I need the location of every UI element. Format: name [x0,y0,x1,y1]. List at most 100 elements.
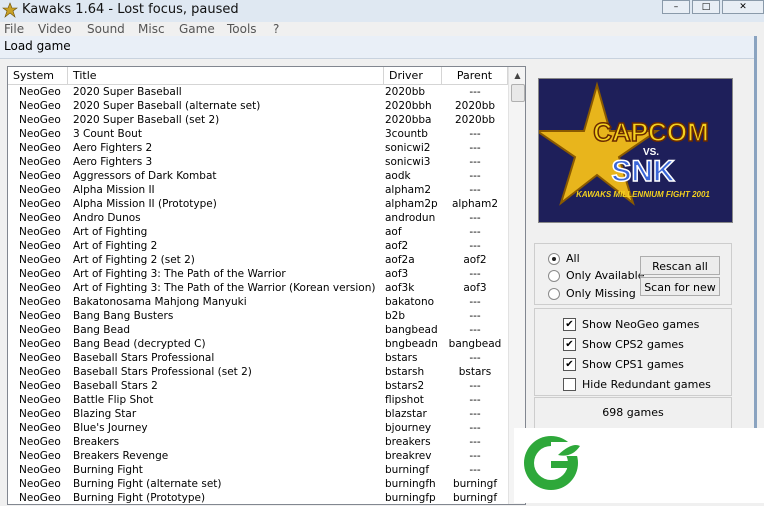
menu-game[interactable]: Game [179,22,215,36]
capcom-vs-snk-logo: CAPCOM VS. SNK KAWAKS MILLENNIUM FIGHT 2… [539,79,732,222]
cell-system: NeoGeo [19,380,61,392]
cell-driver: burningfh [385,478,436,490]
game-list[interactable]: System Title Driver Parent NeoGeo 2020 Su… [7,66,526,505]
rescan-all-button[interactable]: Rescan all [640,256,720,275]
table-row[interactable]: NeoGeo Art of Fighting aof --- [8,225,508,239]
table-row[interactable]: NeoGeo Baseball Stars Professional (set 2… [8,365,508,379]
cell-driver: 2020bbh [385,100,432,112]
cell-title: Bakatonosama Mahjong Manyuki [73,296,247,308]
table-row[interactable]: NeoGeo Bang Bang Busters b2b --- [8,309,508,323]
table-row[interactable]: NeoGeo Aero Fighters 3 sonicwi3 --- [8,155,508,169]
cell-system: NeoGeo [19,184,61,196]
cell-title: Art of Fighting 3: The Path of the Warri… [73,268,286,280]
column-header-system[interactable]: System [8,67,68,84]
radio-only-available-dot[interactable] [548,269,560,282]
table-row[interactable]: NeoGeo Breakers breakers --- [8,435,508,449]
table-row[interactable]: NeoGeo Alpha Mission II alpham2 --- [8,183,508,197]
table-row[interactable]: NeoGeo Burning Fight burningf --- [8,463,508,477]
close-button[interactable]: ✕ [722,0,764,14]
cell-system: NeoGeo [19,142,61,154]
radio-all-dot[interactable] [548,252,560,265]
menu-tools[interactable]: Tools [227,22,257,36]
table-row[interactable]: NeoGeo Baseball Stars 2 bstars2 --- [8,379,508,393]
menu-video[interactable]: Video [38,22,72,36]
cell-driver: bakatono [385,296,435,308]
table-row[interactable]: NeoGeo 3 Count Bout 3countb --- [8,127,508,141]
table-row[interactable]: NeoGeo Blazing Star blazstar --- [8,407,508,421]
scroll-up-arrow-icon[interactable]: ▲ [509,67,525,84]
dialog-title-bar: Load game [0,36,754,59]
cell-title: Breakers Revenge [73,450,169,462]
table-row[interactable]: NeoGeo Art of Fighting 2 (set 2) aof2a aof2 [8,253,508,267]
cell-system: NeoGeo [19,226,61,238]
radio-only-missing-label: Only Missing [566,287,636,300]
table-row[interactable]: NeoGeo 2020 Super Baseball 2020bb --- [8,85,508,99]
table-row[interactable]: NeoGeo 2020 Super Baseball (alternate set… [8,99,508,113]
table-row[interactable]: NeoGeo Art of Fighting 3: The Path of the… [8,267,508,281]
checkbox-show-cps2[interactable]: ✔ Show CPS2 games [563,338,684,351]
column-header-title[interactable]: Title [68,67,384,84]
table-row[interactable]: NeoGeo Blue's Journey bjourney --- [8,421,508,435]
table-row[interactable]: NeoGeo Baseball Stars Professional bstars -… [8,351,508,365]
cell-title: Art of Fighting 2 [73,240,158,252]
table-row[interactable]: NeoGeo Art of Fighting 3: The Path of the… [8,281,508,295]
radio-only-missing[interactable]: Only Missing [548,287,636,300]
cell-title: Alpha Mission II (Prototype) [73,198,217,210]
cell-parent: --- [469,394,481,406]
cell-title: Aero Fighters 3 [73,156,153,168]
menu-file[interactable]: File [4,22,24,36]
cell-parent: --- [469,436,481,448]
cell-driver: flipshot [385,394,424,406]
radio-only-available-label: Only Available [566,269,645,282]
checkbox-hide-redundant[interactable]: Hide Redundant games [563,378,711,391]
radio-only-missing-dot[interactable] [548,287,560,300]
cell-driver: bangbead [385,324,438,336]
table-row[interactable]: NeoGeo Breakers Revenge breakrev --- [8,449,508,463]
cell-driver: sonicwi2 [385,142,431,154]
cell-title: Burning Fight [73,464,143,476]
table-row[interactable]: NeoGeo Bang Bead bangbead --- [8,323,508,337]
table-row[interactable]: NeoGeo Aero Fighters 2 sonicwi2 --- [8,141,508,155]
cell-driver: aof2 [385,240,409,252]
cell-system: NeoGeo [19,408,61,420]
kawaks-app-icon [2,2,18,18]
table-row[interactable]: NeoGeo Burning Fight (alternate set) burni… [8,477,508,491]
menu-misc[interactable]: Misc [138,22,165,36]
maximize-button[interactable]: □ [692,0,720,14]
radio-all[interactable]: All [548,252,580,265]
cell-title: 2020 Super Baseball [73,86,182,98]
minimize-button[interactable]: – [662,0,690,14]
checkbox-box[interactable]: ✔ [563,358,576,371]
list-header: System Title Driver Parent [8,67,508,85]
cell-driver: bjourney [385,422,432,434]
cell-title: Art of Fighting 2 (set 2) [73,254,195,266]
table-row[interactable]: NeoGeo Art of Fighting 2 aof2 --- [8,239,508,253]
table-row[interactable]: NeoGeo 2020 Super Baseball (set 2) 2020bba… [8,113,508,127]
checkbox-box[interactable] [563,378,576,391]
menu-sound[interactable]: Sound [87,22,125,36]
radio-only-available[interactable]: Only Available [548,269,644,282]
table-row[interactable]: NeoGeo Battle Flip Shot flipshot --- [8,393,508,407]
scan-for-new-button[interactable]: Scan for new [640,277,720,296]
app-menu-bar: File Video Sound Misc Game Tools ? [0,22,764,36]
cell-title: Andro Dunos [73,212,141,224]
column-header-parent[interactable]: Parent [442,67,508,84]
scrollbar-thumb[interactable] [511,84,525,102]
cell-parent: --- [469,128,481,140]
checkbox-box[interactable]: ✔ [563,338,576,351]
cell-title: 2020 Super Baseball (alternate set) [73,100,261,112]
table-row[interactable]: NeoGeo Aggressors of Dark Kombat aodk --- [8,169,508,183]
table-row[interactable]: NeoGeo Alpha Mission II (Prototype) alpham… [8,197,508,211]
cell-driver: aof3k [385,282,415,294]
table-row[interactable]: NeoGeo Bakatonosama Mahjong Manyuki bakato… [8,295,508,309]
cell-system: NeoGeo [19,86,61,98]
menu-help[interactable]: ? [273,22,279,36]
table-row[interactable]: NeoGeo Andro Dunos androdun --- [8,211,508,225]
checkbox-show-cps1[interactable]: ✔ Show CPS1 games [563,358,684,371]
checkbox-show-neogeo[interactable]: ✔ Show NeoGeo games [563,318,699,331]
table-row[interactable]: NeoGeo Bang Bead (decrypted C) bngbeadn ban… [8,337,508,351]
column-header-driver[interactable]: Driver [384,67,442,84]
cell-title: Bang Bead (decrypted C) [73,338,206,350]
checkbox-box[interactable]: ✔ [563,318,576,331]
game-preview-image: CAPCOM VS. SNK KAWAKS MILLENNIUM FIGHT 2… [538,78,733,223]
